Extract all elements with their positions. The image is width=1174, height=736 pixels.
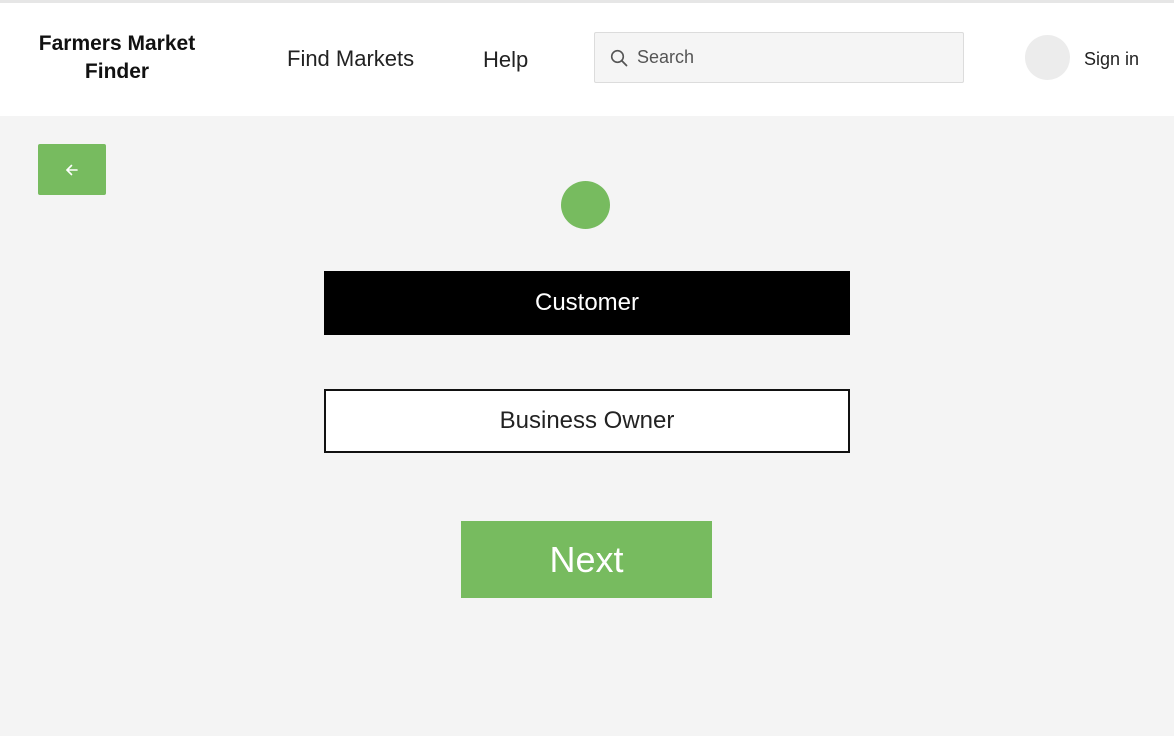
- nav-find-markets[interactable]: Find Markets: [287, 46, 414, 72]
- nav-help[interactable]: Help: [483, 47, 528, 73]
- brand-title-line1: Farmers Market: [38, 32, 196, 55]
- search-icon: [610, 49, 628, 66]
- role-option-label: Customer: [534, 289, 640, 316]
- brand-logo-text[interactable]: Farmers Market Finder: [18, 30, 216, 86]
- next-button-label: Next: [549, 538, 624, 580]
- step-indicator: [561, 181, 610, 229]
- avatar[interactable]: [1025, 35, 1070, 80]
- search-input[interactable]: [637, 42, 947, 73]
- site-header: Farmers Market Finder Find Markets Help …: [0, 3, 1174, 116]
- role-option-customer[interactable]: Customer: [324, 271, 850, 335]
- search-bar[interactable]: [594, 32, 964, 83]
- next-button[interactable]: Next: [461, 521, 712, 598]
- sign-in-link[interactable]: Sign in: [1084, 49, 1139, 70]
- role-option-label: Business Owner: [499, 407, 675, 434]
- brand-title-line2: Finder: [84, 60, 150, 83]
- arrow-left-icon: [66, 164, 78, 175]
- role-option-business-owner[interactable]: Business Owner: [324, 389, 850, 453]
- back-button[interactable]: [38, 144, 106, 195]
